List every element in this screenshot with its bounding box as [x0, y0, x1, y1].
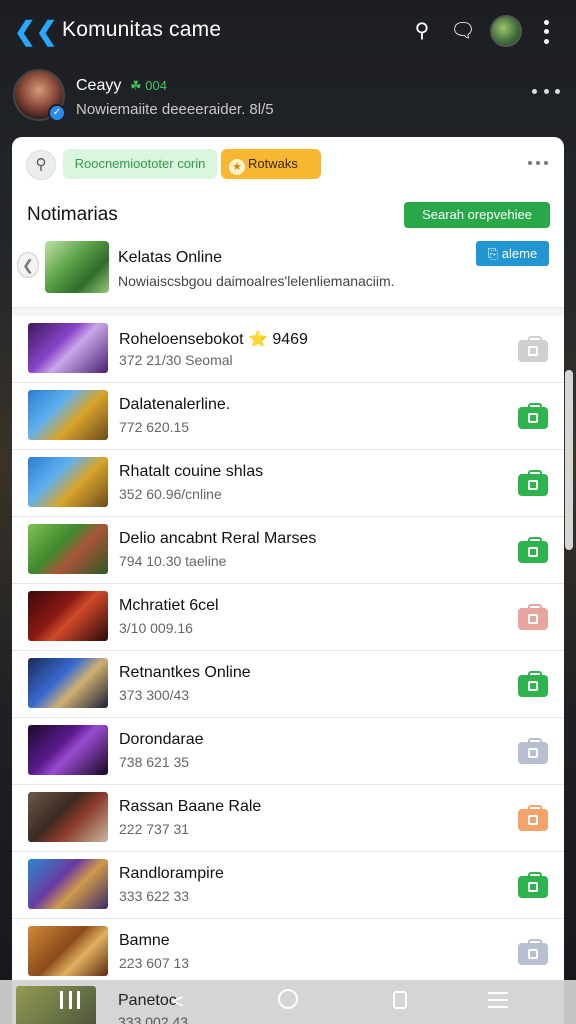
game-thumbnail [28, 323, 108, 373]
briefcase-icon[interactable] [518, 805, 548, 831]
game-meta: 373 300/43 [119, 687, 190, 703]
featured-item[interactable]: ❮ Kelatas Online Nowiaiscsbgou daimoalre… [12, 232, 564, 308]
game-list: Roheloensebokot ⭐ 9469 372 21/30 Seomal Da… [12, 316, 564, 986]
menu-icon[interactable] [488, 992, 508, 1008]
game-title: Rassan Baane Rale [119, 798, 262, 815]
profile-subtitle: Nowiemaiite deeeeraider. 8l/5 [76, 101, 274, 118]
search-icon[interactable]: ⚲ [26, 150, 56, 180]
list-item[interactable]: Retnantkes Online 373 300/43 [12, 651, 564, 718]
game-title: Dorondarae [119, 731, 204, 748]
system-nav-bar: Panetoc 333 002.43 < [0, 980, 576, 1024]
filter-bar: ⚲ Roocnemioototer corin ★ Rotwaks [12, 137, 564, 193]
list-item[interactable]: Dalatenalerline. 772 620.15 [12, 383, 564, 450]
top-app-bar: ❮❮ Komunitas came ⚲ 🗨 [0, 0, 576, 62]
chat-icon[interactable]: 🗨 [450, 18, 476, 44]
kebab-menu-icon[interactable] [538, 18, 554, 46]
game-thumbnail [28, 390, 108, 440]
chevron-left-icon[interactable]: ❮ [17, 252, 39, 278]
briefcase-icon[interactable] [518, 403, 548, 429]
filter-chip-orange[interactable]: ★ Rotwaks [221, 149, 321, 179]
list-item[interactable]: Bamne 223 607 13 [12, 919, 564, 986]
back-arrow-icon[interactable]: ❮❮ [14, 18, 58, 44]
filter-chip-green[interactable]: Roocnemioototer corin [63, 149, 217, 179]
briefcase-icon[interactable] [518, 671, 548, 697]
more-horizontal-icon[interactable] [528, 159, 548, 167]
list-item[interactable]: Mchratiet 6cel 3/10 009.16 [12, 584, 564, 651]
search-icon[interactable]: ⚲ [409, 18, 435, 44]
page-title: Komunitas came [62, 18, 222, 41]
content-card: ⚲ Roocnemioototer corin ★ Rotwaks Notimar… [12, 137, 564, 1024]
filter-chip-orange-label: Rotwaks [248, 156, 298, 171]
scrollbar[interactable] [565, 370, 573, 550]
section-title: Notimarias [27, 204, 118, 225]
list-item[interactable]: Rhatalt couine shlas 352 60.96/cnline [12, 450, 564, 517]
game-meta: 794 10.30 taeline [119, 553, 227, 569]
game-title: Roheloensebokot ⭐ 9469 [119, 331, 308, 348]
profile-badge: ☘ 004 [130, 78, 167, 93]
briefcase-icon[interactable] [518, 470, 548, 496]
featured-thumbnail [45, 241, 109, 293]
game-title: Mchratiet 6cel [119, 597, 219, 614]
game-title: Delio ancabnt Reral Marses [119, 530, 317, 547]
briefcase-icon[interactable] [518, 738, 548, 764]
section-action-button[interactable]: Searah orepvehiee [404, 202, 550, 228]
briefcase-icon[interactable] [518, 604, 548, 630]
profile-header: ✓ Ceayy ☘ 004 Nowiemaiite deeeeraider. 8… [0, 64, 576, 134]
more-horizontal-icon[interactable] [532, 86, 560, 96]
featured-title: Kelatas Online [118, 249, 223, 266]
game-title: Randlorampire [119, 865, 224, 882]
game-meta: 372 21/30 Seomal [119, 352, 233, 368]
game-meta: 333 622 33 [119, 888, 190, 904]
game-meta: 738 621 35 [119, 754, 190, 770]
peek-thumbnail [16, 986, 96, 1024]
game-thumbnail [28, 457, 108, 507]
game-meta: 3/10 009.16 [119, 620, 193, 636]
list-item[interactable]: Roheloensebokot ⭐ 9469 372 21/30 Seomal [12, 316, 564, 383]
briefcase-icon[interactable] [518, 537, 548, 563]
list-item[interactable]: Rassan Baane Rale 222 737 31 [12, 785, 564, 852]
game-meta: 352 60.96/cnline [119, 486, 222, 502]
profile-name[interactable]: Ceayy [76, 77, 121, 95]
game-title: Rhatalt couine shlas [119, 463, 264, 480]
back-nav-icon[interactable]: < [164, 988, 192, 1016]
star-icon: ★ [229, 159, 245, 175]
game-thumbnail [28, 859, 108, 909]
game-thumbnail [28, 524, 108, 574]
game-meta: 772 620.15 [119, 419, 190, 435]
game-thumbnail [28, 591, 108, 641]
featured-description: Nowiaiscsbgou daimoalres'lelenliemanacii… [118, 273, 395, 289]
briefcase-icon[interactable] [518, 939, 548, 965]
recent-apps-icon[interactable] [60, 991, 80, 1009]
game-thumbnail [28, 658, 108, 708]
game-title: Dalatenalerline. [119, 396, 231, 413]
briefcase-icon[interactable] [518, 336, 548, 362]
game-meta: 223 607 13 [119, 955, 190, 971]
game-thumbnail [28, 926, 108, 976]
list-item[interactable]: Delio ancabnt Reral Marses 794 10.30 tael… [12, 517, 564, 584]
list-item[interactable]: Randlorampire 333 622 33 [12, 852, 564, 919]
game-title: Bamne [119, 932, 170, 949]
verified-check-icon: ✓ [48, 104, 66, 122]
overview-icon[interactable] [393, 991, 407, 1009]
divider [12, 308, 564, 316]
avatar[interactable] [490, 15, 522, 47]
featured-action-button[interactable]: ⎘ aleme [476, 241, 549, 266]
game-thumbnail [28, 725, 108, 775]
game-meta: 222 737 31 [119, 821, 190, 837]
briefcase-icon[interactable] [518, 872, 548, 898]
home-icon[interactable] [278, 989, 298, 1009]
game-title: Retnantkes Online [119, 664, 251, 681]
game-thumbnail [28, 792, 108, 842]
list-item[interactable]: Dorondarae 738 621 35 [12, 718, 564, 785]
